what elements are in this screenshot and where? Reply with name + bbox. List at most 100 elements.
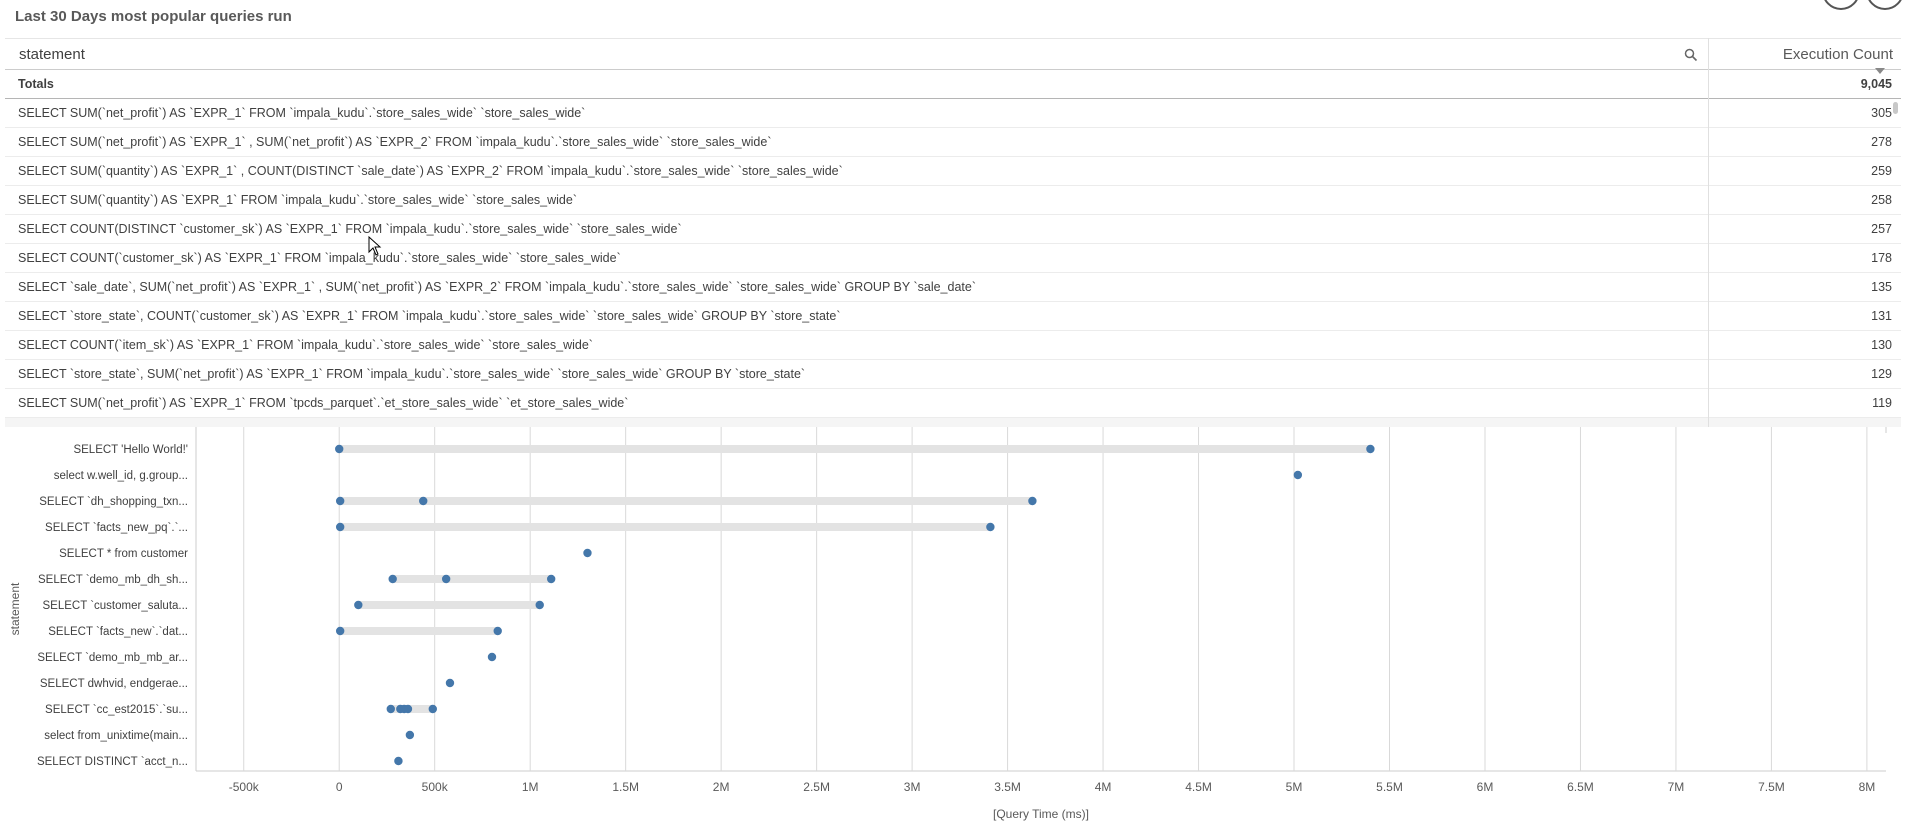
data-point (388, 574, 397, 584)
table-row[interactable]: SELECT COUNT(DISTINCT `customer_sk`) AS … (5, 215, 1901, 244)
x-axis-title: [Query Time (ms)] (993, 807, 1089, 821)
statement-cell: SELECT `store_state`, COUNT(`customer_sk… (18, 309, 841, 323)
data-point (546, 574, 556, 584)
y-tick-label: SELECT `facts_new_pq`.`... (45, 522, 188, 534)
x-tick-label: 500k (422, 780, 449, 794)
x-tick-label: 6.5M (1567, 780, 1594, 794)
y-tick-label: SELECT `customer_saluta... (42, 600, 188, 612)
fullscreen-button[interactable] (1822, 0, 1860, 10)
x-tick-label: 3.5M (994, 780, 1021, 794)
data-point (986, 522, 995, 532)
statement-cell: SELECT COUNT(`customer_sk`) AS `EXPR_1` … (18, 251, 621, 265)
x-tick-label: 7.5M (1758, 780, 1785, 794)
data-point (535, 600, 544, 610)
range-bar (340, 523, 991, 531)
execution-count-cell: 9,045 (1860, 77, 1892, 91)
y-axis-title: statement (8, 582, 22, 635)
table-row[interactable]: SELECT `store_state`, SUM(`net_profit`) … (5, 360, 1901, 389)
data-point (394, 756, 403, 766)
table-row[interactable]: SELECT SUM(`net_profit`) AS `EXPR_1` , S… (5, 128, 1901, 157)
execution-count-cell: 257 (1871, 222, 1892, 236)
table-row[interactable]: SELECT `sale_date`, SUM(`net_profit`) AS… (5, 273, 1901, 302)
search-icon[interactable] (1684, 48, 1698, 62)
x-tick-label: 2M (713, 780, 730, 794)
statement-cell: SELECT COUNT(`item_sk`) AS `EXPR_1` FROM… (18, 338, 593, 352)
x-tick-label: 8M (1859, 780, 1876, 794)
x-tick-label: 4M (1095, 780, 1112, 794)
y-tick-label: SELECT DISTINCT `acct_n... (37, 756, 188, 768)
execution-count-cell: 135 (1871, 280, 1892, 294)
execution-count-cell: 258 (1871, 193, 1892, 207)
column-separator[interactable] (1708, 38, 1709, 427)
table-row[interactable]: SELECT SUM(`net_profit`) AS `EXPR_1` FRO… (5, 99, 1901, 128)
data-point (1028, 496, 1037, 506)
y-tick-label: select w.well_id, g.group... (54, 470, 188, 482)
range-bar (340, 627, 498, 635)
execution-count-cell: 178 (1871, 251, 1892, 265)
y-tick-label: SELECT 'Hello World!' (73, 444, 188, 456)
x-tick-label: 5M (1286, 780, 1303, 794)
data-point (335, 522, 345, 532)
statement-cell: SELECT SUM(`net_profit`) AS `EXPR_1` FRO… (18, 106, 586, 120)
range-bar (340, 497, 1033, 505)
x-tick-label: 7M (1668, 780, 1685, 794)
statement-cell: SELECT COUNT(DISTINCT `customer_sk`) AS … (18, 222, 682, 236)
x-tick-label: -500k (229, 780, 260, 794)
table-row[interactable]: SELECT `store_state`, COUNT(`customer_sk… (5, 302, 1901, 331)
data-point (487, 652, 497, 662)
statement-cell: SELECT SUM(`quantity`) AS `EXPR_1` , COU… (18, 164, 843, 178)
y-tick-label: SELECT * from customer (59, 548, 188, 560)
x-tick-label: 3M (904, 780, 921, 794)
table-row[interactable]: SELECT SUM(`quantity`) AS `EXPR_1` , COU… (5, 157, 1901, 186)
column-header-statement[interactable]: statement (19, 46, 85, 63)
statement-cell: SELECT SUM(`net_profit`) AS `EXPR_1` , S… (18, 135, 772, 149)
data-point (354, 600, 363, 610)
range-bar (392, 575, 552, 583)
data-point (1366, 444, 1375, 454)
data-point (441, 574, 451, 584)
y-tick-label: SELECT dwhvid, endgerae... (40, 678, 188, 690)
data-point (419, 496, 428, 506)
data-point (1293, 470, 1303, 480)
table-row[interactable]: SELECT SUM(`quantity`) AS `EXPR_1` FROM … (5, 186, 1901, 215)
y-tick-label: SELECT `demo_mb_mb_ar... (37, 652, 188, 664)
table-row[interactable]: SELECT SUM(`net_profit`) AS `EXPR_1` FRO… (5, 389, 1901, 418)
x-tick-label: 0 (336, 780, 343, 794)
statement-cell: SELECT `sale_date`, SUM(`net_profit`) AS… (18, 280, 976, 294)
execution-count-cell: 119 (1872, 396, 1892, 410)
table-row[interactable]: SELECT COUNT(`item_sk`) AS `EXPR_1` FROM… (5, 331, 1901, 360)
data-point (403, 704, 413, 714)
mouse-cursor-icon (368, 236, 382, 256)
range-bar (339, 445, 1371, 453)
x-tick-label: 4.5M (1185, 780, 1212, 794)
column-header-execution-count[interactable]: Execution Count (1783, 46, 1893, 63)
table-row[interactable]: SELECT COUNT(`customer_sk`) AS `EXPR_1` … (5, 244, 1901, 273)
x-tick-label: 2.5M (803, 780, 830, 794)
table-row-partial[interactable] (5, 418, 1901, 427)
chart-title: Last 30 Days most popular queries run (15, 8, 292, 25)
execution-count-cell: 259 (1871, 164, 1892, 178)
execution-count-cell: 129 (1871, 367, 1892, 381)
execution-count-cell: 278 (1871, 135, 1892, 149)
x-tick-label: 1.5M (612, 780, 639, 794)
statement-cell: SELECT `store_state`, SUM(`net_profit`) … (18, 367, 806, 381)
data-point (445, 678, 455, 688)
table-header: statement Execution Count (5, 38, 1901, 70)
totals-row[interactable]: Totals 9,045 (5, 70, 1901, 99)
query-time-chart: -500k 0 500k 1M 1.5M 2M 2.5M 3M 3.5M 4M 4.5M 5M 5.5M… (8, 427, 1887, 821)
execution-count-cell: 305 (1871, 106, 1892, 120)
statement-cell: SELECT SUM(`net_profit`) AS `EXPR_1` FRO… (18, 396, 629, 410)
data-point (428, 704, 437, 714)
data-point (335, 626, 345, 636)
range-bar (358, 601, 540, 609)
y-tick-label: SELECT `dh_shopping_txn... (39, 496, 188, 508)
data-point (335, 444, 344, 454)
data-point (493, 626, 502, 636)
data-point (335, 496, 345, 506)
table-scrollbar[interactable] (1893, 102, 1898, 114)
data-point (386, 704, 395, 714)
y-tick-label: SELECT `cc_est2015`.`su... (45, 704, 188, 716)
x-tick-label: 6M (1477, 780, 1494, 794)
data-point (405, 730, 415, 740)
menu-button[interactable] (1866, 0, 1904, 10)
